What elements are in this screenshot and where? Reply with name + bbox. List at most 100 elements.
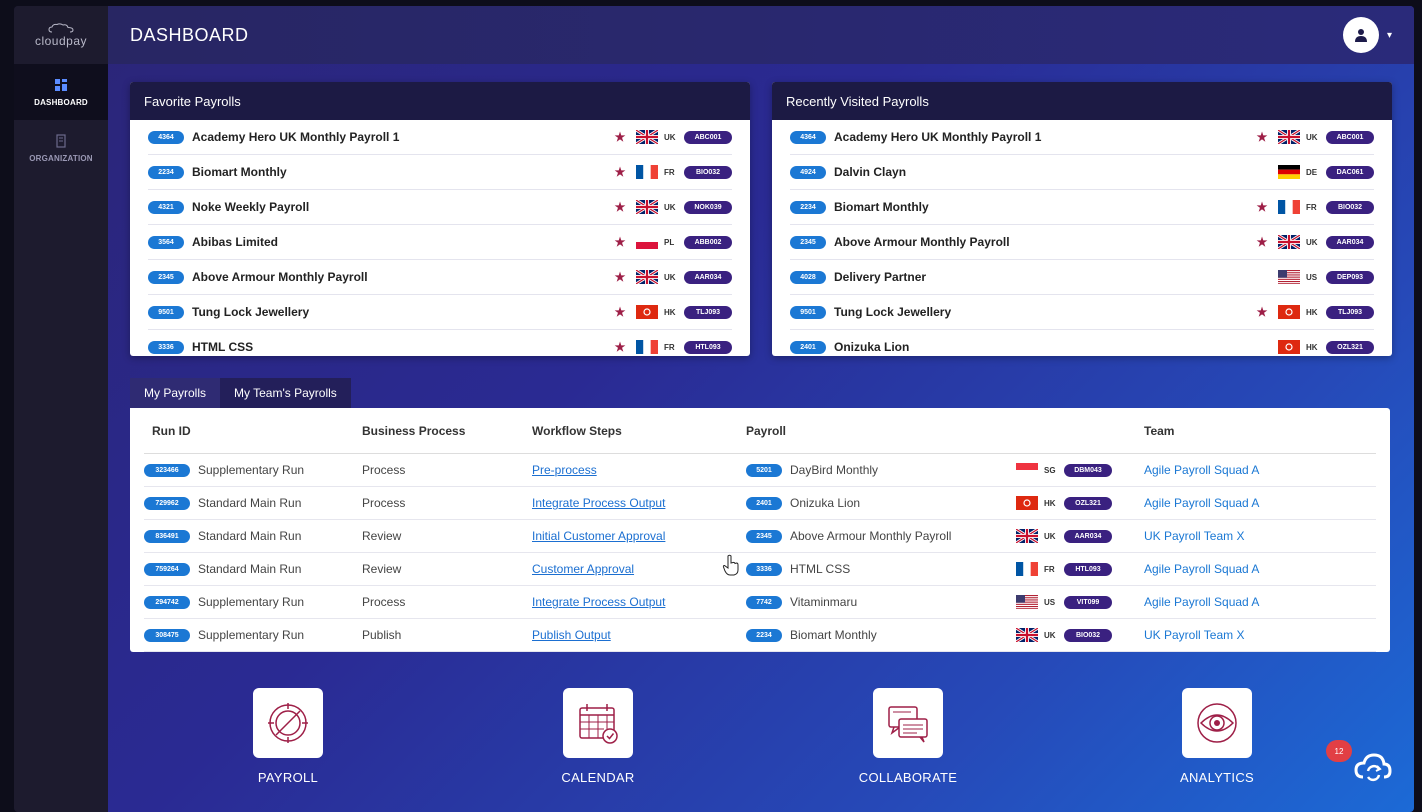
column-payroll[interactable]: Payroll (746, 424, 1016, 438)
user-menu[interactable]: ▾ (1342, 17, 1392, 53)
payroll-name[interactable]: Academy Hero UK Monthly Payroll 1 (834, 130, 1252, 144)
tab-my-payrolls[interactable]: My Payrolls (130, 378, 221, 408)
collaborate-tile[interactable]: COLLABORATE (853, 688, 963, 785)
star-icon[interactable]: ★ (610, 340, 630, 354)
table-row[interactable]: 729962 Standard Main Run Process Integrate … (144, 487, 1376, 520)
column-team[interactable]: Team (1144, 424, 1376, 438)
payroll-name[interactable]: Above Armour Monthly Payroll (790, 529, 951, 543)
payroll-name[interactable]: Tung Lock Jewellery (192, 305, 610, 319)
cloudpay-logo[interactable]: cloudpay (14, 6, 108, 64)
payroll-name[interactable]: Above Armour Monthly Payroll (834, 235, 1252, 249)
list-item[interactable]: 3336 HTML CSS ★ FR HTL093 (148, 330, 732, 355)
payroll-name[interactable]: HTML CSS (192, 340, 610, 354)
payroll-name[interactable]: Vitaminmaru (790, 595, 857, 609)
payroll-tile[interactable]: PAYROLL (233, 688, 343, 785)
list-item[interactable]: 9501 Tung Lock Jewellery ★ HK TLJ093 (148, 295, 732, 330)
tab-my-teams-payrolls[interactable]: My Team's Payrolls (220, 378, 351, 408)
workflow-step-link[interactable]: Integrate Process Output (532, 595, 665, 609)
list-item[interactable]: 4364 Academy Hero UK Monthly Payroll 1 ★ UK… (790, 120, 1374, 155)
sync-button[interactable] (1348, 742, 1398, 792)
list-item[interactable]: 4028 Delivery Partner US DEP093 (790, 260, 1374, 295)
payroll-name[interactable]: Dalvin Clayn (834, 165, 1252, 179)
workflow-step-link[interactable]: Integrate Process Output (532, 496, 665, 510)
payroll-name[interactable]: Academy Hero UK Monthly Payroll 1 (192, 130, 610, 144)
business-process-cell: Process (362, 595, 406, 609)
sidebar-item-organization[interactable]: ORGANIZATION (14, 120, 108, 176)
workflow-step-link[interactable]: Customer Approval (532, 562, 634, 576)
list-item[interactable]: 4321 Noke Weekly Payroll ★ UK NOK039 (148, 190, 732, 225)
analytics-tile[interactable]: ANALYTICS (1162, 688, 1272, 785)
favorite-payrolls-list[interactable]: 4364 Academy Hero UK Monthly Payroll 1 ★ UK… (130, 120, 750, 355)
payroll-code-badge: BIO032 (1326, 200, 1374, 214)
table-row[interactable]: 836491 Standard Main Run Review Initial Cus… (144, 520, 1376, 553)
team-link[interactable]: Agile Payroll Squad A (1144, 562, 1259, 576)
star-icon[interactable]: ★ (1252, 200, 1272, 214)
workflow-step-link[interactable]: Initial Customer Approval (532, 529, 665, 543)
payroll-name[interactable]: Noke Weekly Payroll (192, 200, 610, 214)
run-type: Supplementary Run (198, 595, 305, 609)
list-item[interactable]: 2234 Biomart Monthly ★ FR BIO032 (148, 155, 732, 190)
table-row[interactable]: 308475 Supplementary Run Publish Publish Ou… (144, 619, 1376, 652)
user-icon (1354, 29, 1367, 42)
star-icon[interactable]: ★ (610, 165, 630, 179)
calendar-tile-box[interactable] (563, 688, 633, 758)
payroll-name[interactable]: HTML CSS (790, 562, 850, 576)
collaborate-tile-box[interactable] (873, 688, 943, 758)
country-cell: US VIT099 (1016, 595, 1144, 609)
payroll-name[interactable]: Biomart Monthly (834, 200, 1252, 214)
list-item[interactable]: 2345 Above Armour Monthly Payroll ★ UK AAR03… (790, 225, 1374, 260)
payroll-name[interactable]: Above Armour Monthly Payroll (192, 270, 610, 284)
recent-payrolls-list[interactable]: 4364 Academy Hero UK Monthly Payroll 1 ★ UK… (772, 120, 1392, 355)
star-icon[interactable]: ★ (1252, 235, 1272, 249)
list-item[interactable]: 2234 Biomart Monthly ★ FR BIO032 (790, 190, 1374, 225)
team-link[interactable]: UK Payroll Team X (1144, 628, 1244, 642)
payroll-name[interactable]: Onizuka Lion (790, 496, 860, 510)
table-row[interactable]: 759264 Standard Main Run Review Customer Ap… (144, 553, 1376, 586)
column-run-id[interactable]: Run ID (144, 424, 362, 438)
payroll-name[interactable]: Delivery Partner (834, 270, 1252, 284)
table-row[interactable]: 323466 Supplementary Run Process Pre-proces… (144, 454, 1376, 487)
calendar-tile[interactable]: CALENDAR (543, 688, 653, 785)
team-link[interactable]: Agile Payroll Squad A (1144, 496, 1259, 510)
team-link[interactable]: UK Payroll Team X (1144, 529, 1244, 543)
payroll-id-badge: 2345 (790, 235, 826, 249)
payroll-name[interactable]: Onizuka Lion (834, 340, 1252, 354)
payroll-code-badge: HTL093 (1064, 562, 1112, 576)
avatar[interactable] (1342, 17, 1379, 53)
column-workflow-steps[interactable]: Workflow Steps (532, 424, 746, 438)
list-item[interactable]: 2401 Onizuka Lion HK OZL321 (790, 330, 1374, 355)
payroll-name[interactable]: Tung Lock Jewellery (834, 305, 1252, 319)
team-link[interactable]: Agile Payroll Squad A (1144, 595, 1259, 609)
payroll-id-badge: 3336 (148, 340, 184, 354)
table-row[interactable]: 294742 Supplementary Run Process Integrate … (144, 586, 1376, 619)
tile-label: PAYROLL (257, 770, 319, 785)
list-item[interactable]: 4364 Academy Hero UK Monthly Payroll 1 ★ UK… (148, 120, 732, 155)
payroll-cell: 2345 Above Armour Monthly Payroll (746, 529, 1016, 543)
analytics-tile-box[interactable] (1182, 688, 1252, 758)
payroll-name[interactable]: Biomart Monthly (192, 165, 610, 179)
workflow-step-link[interactable]: Publish Output (532, 628, 611, 642)
list-item[interactable]: 4924 Dalvin Clayn DE DAC061 (790, 155, 1374, 190)
sidebar-item-dashboard[interactable]: DASHBOARD (14, 64, 108, 120)
star-icon[interactable]: ★ (610, 235, 630, 249)
payroll-name[interactable]: DayBird Monthly (790, 463, 878, 477)
payroll-name[interactable]: Biomart Monthly (790, 628, 877, 642)
payroll-code-badge: AAR034 (684, 270, 732, 284)
list-item[interactable]: 9501 Tung Lock Jewellery ★ HK TLJ093 (790, 295, 1374, 330)
star-icon[interactable]: ★ (610, 270, 630, 284)
list-item[interactable]: 3564 Abibas Limited ★ PL ABB002 (148, 225, 732, 260)
payroll-tile-box[interactable] (253, 688, 323, 758)
workflow-step-link[interactable]: Pre-process (532, 463, 597, 477)
list-item[interactable]: 2345 Above Armour Monthly Payroll ★ UK AAR03… (148, 260, 732, 295)
star-icon[interactable]: ★ (1252, 130, 1272, 144)
star-icon[interactable]: ★ (610, 305, 630, 319)
column-business-process[interactable]: Business Process (362, 424, 532, 438)
country-code: FR (1044, 564, 1055, 574)
star-icon[interactable]: ★ (610, 130, 630, 144)
payroll-name[interactable]: Abibas Limited (192, 235, 610, 249)
team-payrolls-table: Run ID Business Process Workflow Steps P… (130, 408, 1390, 652)
star-icon[interactable]: ★ (610, 200, 630, 214)
team-link[interactable]: Agile Payroll Squad A (1144, 463, 1259, 477)
star-icon[interactable]: ★ (1252, 305, 1272, 319)
chevron-down-icon[interactable]: ▾ (1387, 30, 1392, 41)
